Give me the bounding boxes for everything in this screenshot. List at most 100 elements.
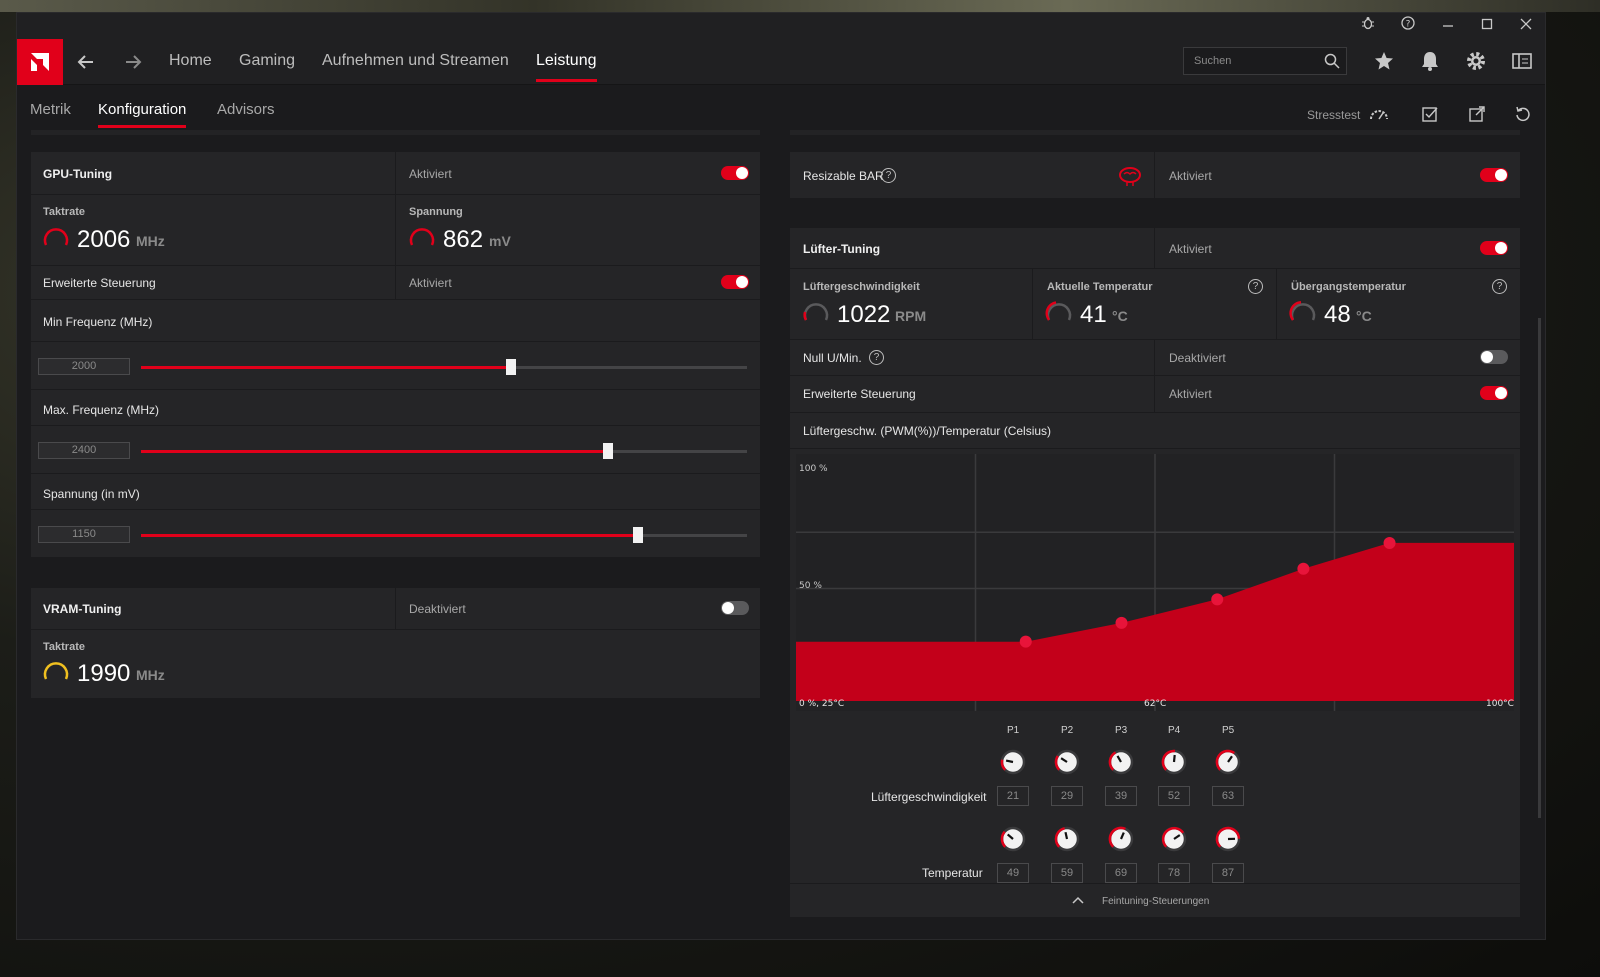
nav-home[interactable]: Home <box>169 52 212 70</box>
divider <box>790 375 1520 376</box>
tab-configuration[interactable]: Konfiguration <box>98 101 187 128</box>
voltage-mv-label: Spannung (in mV) <box>43 487 140 501</box>
fan-point-knob-icon[interactable] <box>1106 747 1136 777</box>
fan-point-knob-icon[interactable] <box>1052 747 1082 777</box>
current-temp-label: Aktuelle Temperatur <box>1047 281 1153 293</box>
divider <box>395 152 396 265</box>
gpu-tuning-toggle[interactable] <box>721 166 749 180</box>
max-freq-input[interactable]: 2400 <box>38 442 130 459</box>
temperature-input[interactable]: 87 <box>1212 863 1244 883</box>
fan-curve-point-p2[interactable] <box>1115 616 1128 629</box>
maximize-icon[interactable] <box>1477 16 1497 36</box>
help-icon[interactable]: ? <box>869 350 884 365</box>
voltage-mv-input[interactable]: 1150 <box>38 526 130 543</box>
fan-curve-point-p5[interactable] <box>1383 536 1396 549</box>
fan-speed-input[interactable]: 63 <box>1212 786 1244 806</box>
resizable-bar-status: Aktiviert <box>1169 169 1212 183</box>
fan-speed-row-label: Lüftergeschwindigkeit <box>871 790 987 804</box>
vram-tuning-toggle[interactable] <box>721 601 749 615</box>
search-input[interactable]: Suchen <box>1183 47 1347 75</box>
fan-point-label: P3 <box>1115 725 1128 736</box>
fan-curve-point-p3[interactable] <box>1211 593 1224 606</box>
divider <box>790 448 1520 449</box>
fan-curve-point-p1[interactable] <box>1019 635 1032 648</box>
bell-icon[interactable] <box>1419 50 1443 74</box>
fan-point-knob-icon[interactable] <box>998 747 1028 777</box>
temperature-input[interactable]: 78 <box>1158 863 1190 883</box>
fan-tuning-toggle[interactable] <box>1480 241 1508 255</box>
voltage-mv-slider[interactable] <box>141 527 747 543</box>
fan-speed-input[interactable]: 39 <box>1105 786 1137 806</box>
fan-point-knob-icon[interactable] <box>1159 824 1189 854</box>
divider <box>1032 268 1033 339</box>
search-icon[interactable] <box>1324 53 1340 79</box>
temperature-input[interactable]: 49 <box>997 863 1029 883</box>
max-freq-slider[interactable] <box>141 443 747 459</box>
fan-curve-chart[interactable]: 100 % 50 % 0 %, 25°C 62°C 100°C <box>796 454 1514 711</box>
fan-point-knob-icon[interactable] <box>998 824 1028 854</box>
export-icon[interactable] <box>1468 105 1488 125</box>
desktop-background <box>0 0 1600 12</box>
help-icon[interactable]: ? <box>881 168 896 183</box>
resizable-bar-label: Resizable BAR <box>803 169 884 183</box>
max-freq-label: Max. Frequenz (MHz) <box>43 403 160 417</box>
fan-point-knob-icon[interactable] <box>1159 747 1189 777</box>
resizable-bar-toggle[interactable] <box>1480 168 1508 182</box>
help-icon[interactable]: ? <box>1398 16 1418 36</box>
fan-advanced-toggle[interactable] <box>1480 386 1508 400</box>
back-arrow-icon[interactable] <box>73 49 99 75</box>
fine-tuning-footer[interactable]: Feintuning-Steuerungen <box>790 883 1520 917</box>
help-icon[interactable]: ? <box>1248 279 1263 294</box>
fan-curve-label: Lüftergeschw. (PWM(%))/Temperatur (Celsi… <box>803 424 1052 438</box>
forward-arrow-icon[interactable] <box>120 49 146 75</box>
divider <box>31 425 760 426</box>
fine-tuning-label[interactable]: Feintuning-Steuerungen <box>1102 896 1209 907</box>
temperature-input[interactable]: 69 <box>1105 863 1137 883</box>
gpu-voltage-value: 862 <box>443 226 484 253</box>
sub-nav: Metrik Konfiguration Advisors Stresstest <box>17 85 1545 129</box>
gpu-advanced-toggle[interactable] <box>721 275 749 289</box>
sidebar-toggle-icon[interactable] <box>1511 50 1535 74</box>
tab-advisors[interactable]: Advisors <box>217 101 275 118</box>
nav-record-stream[interactable]: Aufnehmen und Streamen <box>322 52 509 70</box>
stresstest-label[interactable]: Stresstest <box>1307 108 1360 122</box>
slider-thumb[interactable] <box>632 527 643 543</box>
gear-icon[interactable] <box>1465 50 1489 74</box>
scrollbar[interactable] <box>1538 318 1541 818</box>
fan-speed-input[interactable]: 52 <box>1158 786 1190 806</box>
fan-point-knob-icon[interactable] <box>1052 824 1082 854</box>
temperature-input[interactable]: 59 <box>1051 863 1083 883</box>
divider <box>395 265 396 299</box>
close-icon[interactable] <box>1516 16 1536 36</box>
fan-point-knob-icon[interactable] <box>1106 824 1136 854</box>
chevron-up-icon[interactable] <box>1072 896 1084 904</box>
nav-gaming[interactable]: Gaming <box>239 52 295 70</box>
min-freq-slider[interactable] <box>141 359 747 375</box>
bug-report-icon[interactable] <box>1358 16 1378 36</box>
slider-thumb[interactable] <box>505 359 516 375</box>
chart-label-midtemp: 62°C <box>1144 699 1166 709</box>
slider-thumb[interactable] <box>602 443 613 459</box>
vram-clock-gauge-icon <box>43 662 69 680</box>
fan-speed-value: 1022 <box>837 301 891 328</box>
chart-label-mid: 50 % <box>799 581 822 591</box>
fan-point-knob-icon[interactable] <box>1213 824 1243 854</box>
apply-icon[interactable] <box>1421 105 1441 125</box>
fan-point-knob-icon[interactable] <box>1213 747 1243 777</box>
zero-rpm-toggle[interactable] <box>1480 350 1508 364</box>
nav-performance[interactable]: Leistung <box>536 52 597 82</box>
divider <box>790 268 1520 269</box>
gpu-tuning-status: Aktiviert <box>409 167 452 181</box>
fan-speed-input[interactable]: 21 <box>997 786 1029 806</box>
reset-icon[interactable] <box>1514 105 1534 125</box>
stresstest-gauge-icon[interactable] <box>1369 105 1389 125</box>
tab-metrics[interactable]: Metrik <box>30 101 71 118</box>
fan-curve-point-p4[interactable] <box>1297 562 1310 575</box>
min-freq-input[interactable]: 2000 <box>38 358 130 375</box>
help-icon[interactable]: ? <box>1492 279 1507 294</box>
star-icon[interactable] <box>1373 50 1397 74</box>
main-nav: Home Gaming Aufnehmen und Streamen Leist… <box>17 39 1545 85</box>
minimize-icon[interactable] <box>1438 16 1458 36</box>
fan-speed-input[interactable]: 29 <box>1051 786 1083 806</box>
amd-logo[interactable] <box>17 39 63 85</box>
